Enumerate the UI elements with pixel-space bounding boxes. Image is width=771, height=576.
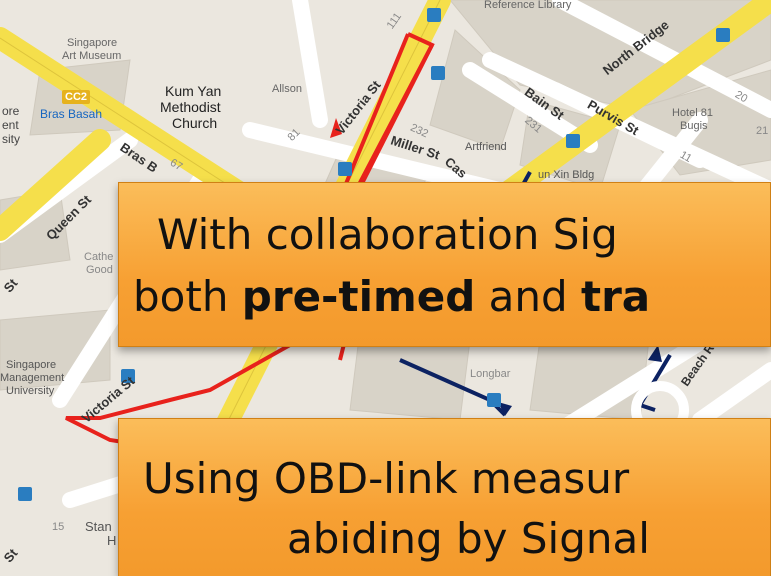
label-kum-yan: Kum Yan: [165, 83, 222, 99]
callout-line: abiding by Signal: [287, 514, 650, 563]
label-artfriend: Artfriend: [465, 141, 507, 153]
mrt-station-badge: CC2: [62, 90, 91, 104]
label-bras-basah: Bras Basah: [40, 107, 103, 121]
label-reference-library: Reference Library: [484, 0, 572, 11]
bus-stop-icon: [716, 28, 730, 42]
callout-line: With collaboration Sig: [157, 210, 618, 259]
callout-line: Using OBD-link measur: [143, 454, 630, 503]
label-stan: H: [107, 533, 117, 548]
bus-stop-icon: [427, 8, 441, 22]
label-smu: Management: [0, 372, 65, 384]
label-left-edge: ore: [2, 104, 20, 118]
address-number: 21: [756, 125, 769, 137]
label-left-edge: sity: [2, 132, 20, 146]
label-cathedral: Cathe: [84, 251, 114, 263]
label-allson: Allson: [272, 83, 302, 95]
label-hotel: Hotel 81: [672, 107, 713, 119]
label-art-museum: Art Museum: [62, 50, 122, 62]
label-smu: Singapore: [6, 359, 57, 371]
label-stan: Stan: [85, 519, 112, 534]
callout-text: both: [133, 272, 242, 321]
label-art-museum: Singapore: [67, 37, 118, 49]
bus-stop-icon: [338, 162, 352, 176]
address-number: 15: [52, 521, 65, 533]
bus-stop-icon: [18, 487, 32, 501]
bus-stop-icon: [487, 393, 501, 407]
label-kum-yan: Methodist: [160, 99, 221, 115]
label-left-edge: ent: [2, 118, 19, 132]
route-arrow: [648, 345, 662, 362]
callout-obd-link: Using OBD-link measur abiding by Signal: [118, 418, 771, 576]
callout-collaboration: With collaboration Sig both pre-timed an…: [118, 182, 771, 347]
label-cathedral: Good: [86, 264, 113, 276]
label-hotel: Bugis: [680, 120, 708, 132]
label-kum-yan: Church: [172, 115, 218, 131]
callout-bold-term: tra: [581, 272, 651, 321]
bus-stop-icon: [566, 134, 580, 148]
callout-line: both pre-timed and tra: [133, 273, 650, 321]
label-xin-bldg: un Xin Bldg: [538, 169, 595, 181]
label-smu: University: [6, 385, 55, 397]
bus-stop-icon: [431, 66, 445, 80]
callout-text: and: [475, 272, 581, 321]
callout-bold-term: pre-timed: [241, 272, 476, 321]
label-longbar: Longbar: [470, 368, 511, 380]
